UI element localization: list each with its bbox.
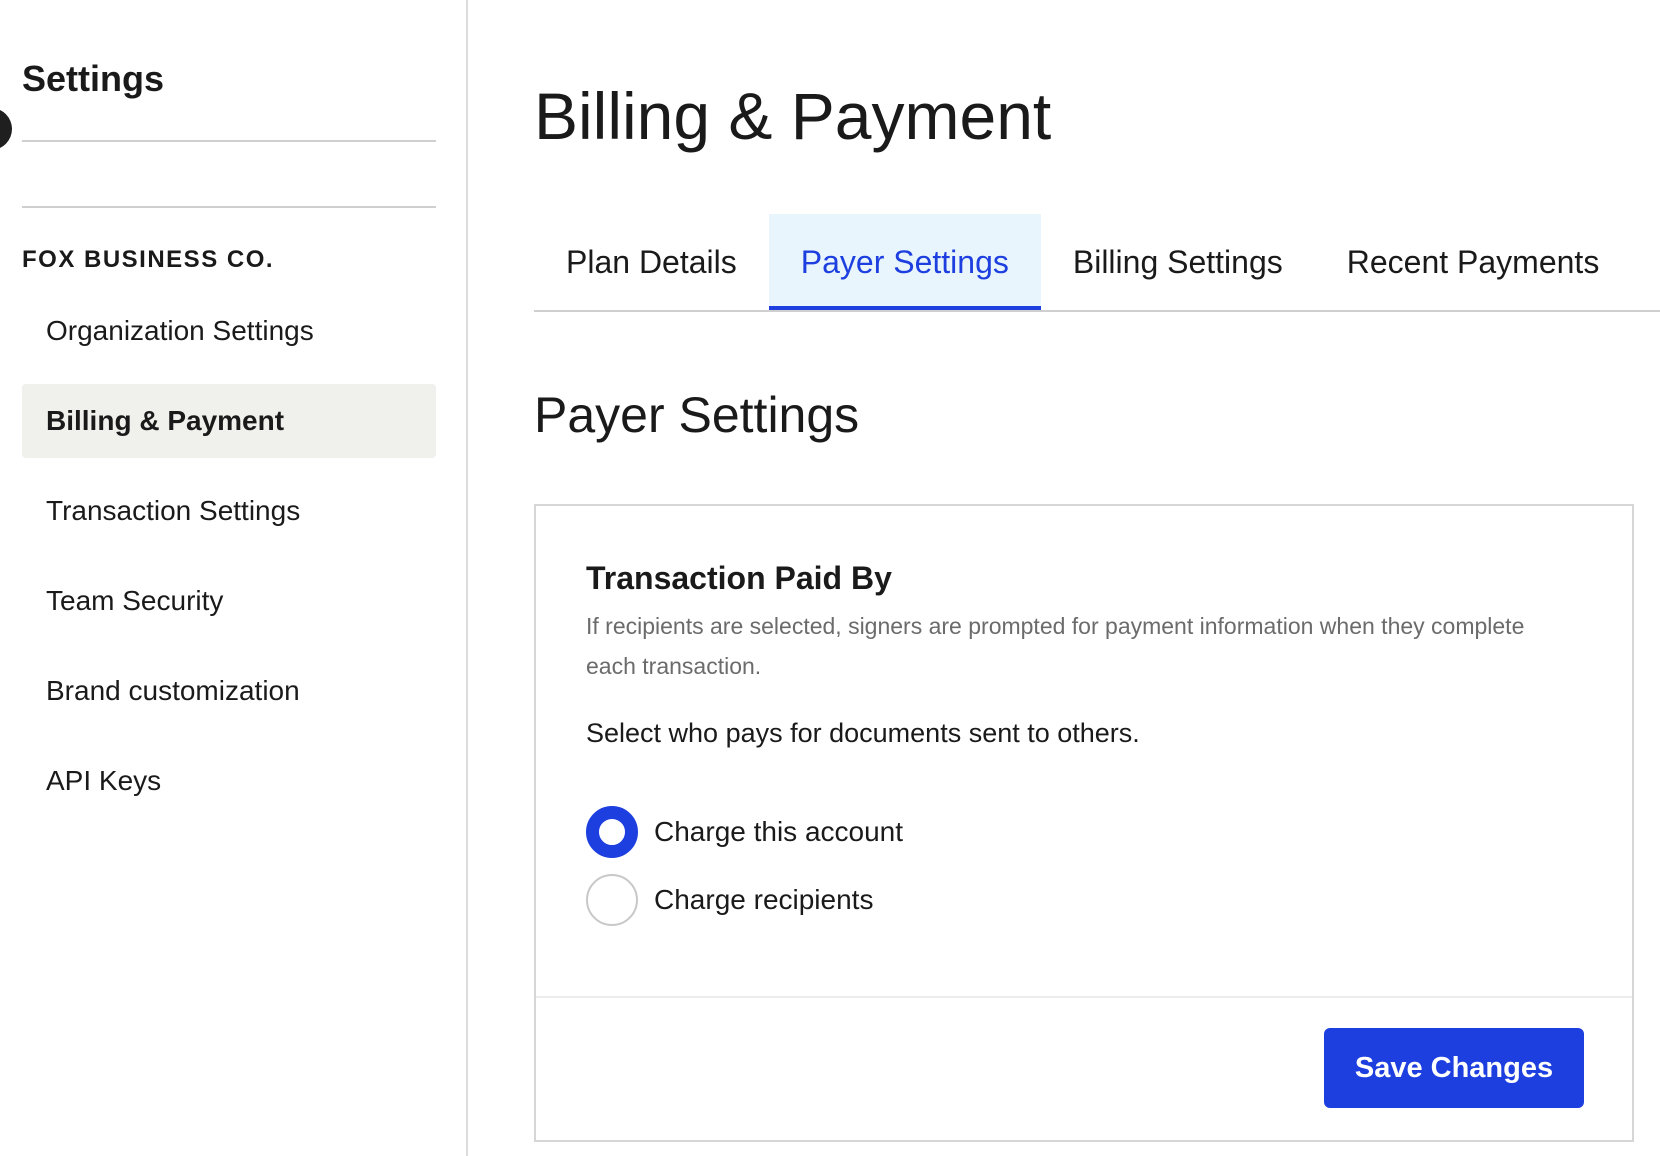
sidebar-divider	[22, 140, 436, 142]
sidebar-item-transaction-settings[interactable]: Transaction Settings	[22, 474, 436, 548]
sidebar: Settings FOX BUSINESS CO. Organization S…	[0, 0, 468, 1156]
sidebar-item-organization-settings[interactable]: Organization Settings	[22, 294, 436, 368]
sidebar-item-brand-customization[interactable]: Brand customization	[22, 654, 436, 728]
sidebar-collapse-handle[interactable]	[0, 108, 12, 150]
tab-plan-details[interactable]: Plan Details	[534, 214, 769, 310]
organization-label: FOX BUSINESS CO.	[22, 246, 275, 273]
section-title: Payer Settings	[534, 387, 860, 443]
card-heading: Transaction Paid By	[586, 560, 892, 596]
radio-label: Charge this account	[654, 816, 904, 847]
tab-recent-payments[interactable]: Recent Payments	[1315, 214, 1632, 310]
save-changes-button[interactable]: Save Changes	[1324, 1028, 1584, 1108]
payer-settings-card: Transaction Paid By If recipients are se…	[534, 504, 1634, 1142]
radio-option-charge-recipients[interactable]: Charge recipients	[586, 874, 873, 926]
sidebar-item-team-security[interactable]: Team Security	[22, 564, 436, 638]
page-title: Billing & Payment	[534, 79, 1052, 153]
sidebar-item-api-keys[interactable]: API Keys	[22, 744, 436, 818]
radio-button-unchecked[interactable]	[586, 874, 638, 926]
tab-billing-settings[interactable]: Billing Settings	[1041, 214, 1315, 310]
sidebar-item-billing-payment[interactable]: Billing & Payment	[22, 384, 436, 458]
card-prompt: Select who pays for documents sent to ot…	[586, 718, 1140, 748]
radio-label: Charge recipients	[654, 884, 874, 915]
card-description: If recipients are selected, signers are …	[586, 613, 1525, 679]
main-content: Billing & Payment Plan Details Payer Set…	[534, 0, 1660, 1156]
tab-payer-settings[interactable]: Payer Settings	[768, 214, 1041, 310]
tab-bar: Plan Details Payer Settings Billing Sett…	[534, 214, 1660, 312]
radio-option-charge-account[interactable]: Charge this account	[586, 806, 903, 858]
sidebar-divider	[22, 206, 436, 208]
settings-app: Settings FOX BUSINESS CO. Organization S…	[0, 0, 1660, 1156]
sidebar-title: Settings	[22, 58, 165, 99]
radio-button-checked[interactable]	[586, 806, 638, 858]
card-footer-divider	[536, 996, 1632, 998]
